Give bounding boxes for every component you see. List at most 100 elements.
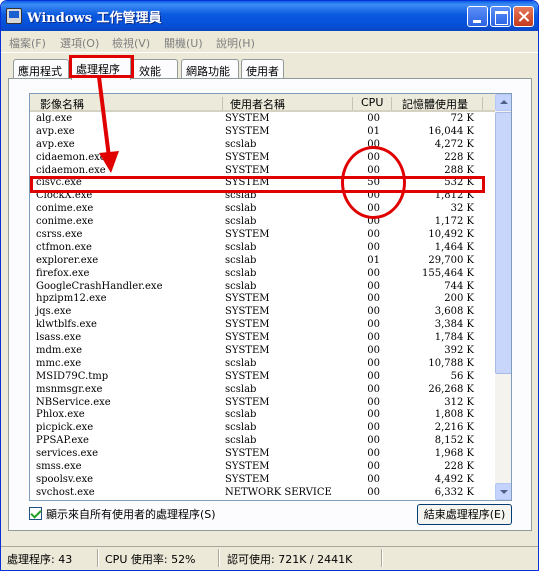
scroll-down-button[interactable] xyxy=(495,483,511,500)
table-row[interactable]: firefox.exe scslab 00 155,464 K xyxy=(30,268,495,281)
column-memory[interactable]: 記憶體使用量 xyxy=(402,96,468,112)
table-row[interactable]: ctfmon.exe scslab 00 1,464 K xyxy=(30,242,495,255)
menu-shutdown[interactable]: 關機(U) xyxy=(164,35,203,51)
process-cpu: 00 xyxy=(367,396,380,408)
table-row[interactable]: PPSAP.exe scslab 00 8,152 K xyxy=(30,435,495,448)
process-cpu: 00 xyxy=(367,461,380,473)
process-cpu: 00 xyxy=(367,267,380,279)
show-all-users-option[interactable]: 顯示來自所有使用者的處理程序(S) xyxy=(29,506,216,522)
process-cpu: 00 xyxy=(367,357,380,369)
minimize-button[interactable] xyxy=(467,6,488,27)
process-memory: 2,216 K xyxy=(434,422,474,434)
process-memory: 10,492 K xyxy=(428,229,474,241)
column-cpu[interactable]: CPU xyxy=(361,96,383,109)
process-user: SYSTEM xyxy=(225,151,270,163)
process-name: MSID79C.tmp xyxy=(36,370,109,382)
process-cpu: 00 xyxy=(367,319,380,331)
title-bar[interactable]: Windows 工作管理員 xyxy=(1,1,538,31)
status-divider xyxy=(97,549,99,567)
column-divider[interactable] xyxy=(352,97,353,110)
tab-performance[interactable]: 效能 xyxy=(132,59,178,79)
close-button[interactable] xyxy=(513,6,534,27)
process-cpu: 00 xyxy=(367,435,380,447)
process-user: scslab xyxy=(225,383,257,395)
table-row[interactable]: explorer.exe scslab 01 29,700 K xyxy=(30,255,495,268)
process-memory: 32 K xyxy=(450,203,474,215)
table-row[interactable]: conime.exe scslab 00 1,172 K xyxy=(30,216,495,229)
process-cpu: 00 xyxy=(367,229,380,241)
process-user: scslab xyxy=(225,357,257,369)
table-row[interactable]: picpick.exe scslab 00 2,216 K xyxy=(30,422,495,435)
maximize-button[interactable] xyxy=(490,6,511,27)
process-cpu: 01 xyxy=(367,254,380,266)
process-cpu: 00 xyxy=(367,241,380,253)
process-user: SYSTEM xyxy=(225,319,270,331)
status-bar: 處理程序: 43 CPU 使用率: 52% 認可使用: 721K / 2441K xyxy=(1,546,538,570)
process-name: Phlox.exe xyxy=(36,409,85,421)
process-name: spoolsv.exe xyxy=(36,473,94,485)
table-row[interactable]: csrss.exe SYSTEM 00 10,492 K xyxy=(30,229,495,242)
process-cpu: 00 xyxy=(367,448,380,460)
table-row[interactable]: spoolsv.exe SYSTEM 00 4,492 K xyxy=(30,474,495,487)
status-cpu-usage: CPU 使用率: 52% xyxy=(105,553,196,566)
menu-help[interactable]: 說明(H) xyxy=(216,35,255,51)
table-row[interactable]: conime.exe scslab 00 32 K xyxy=(30,203,495,216)
end-process-button[interactable]: 結束處理程序(E) xyxy=(417,504,512,525)
process-cpu: 00 xyxy=(367,486,380,498)
process-memory: 1,172 K xyxy=(434,216,474,228)
process-user: scslab xyxy=(225,203,257,215)
process-cpu: 00 xyxy=(367,383,380,395)
column-divider[interactable] xyxy=(482,97,483,110)
show-all-users-checkbox[interactable] xyxy=(29,507,42,520)
process-memory: 56 K xyxy=(450,370,474,382)
table-row[interactable]: MSID79C.tmp SYSTEM 00 56 K xyxy=(30,371,495,384)
table-row[interactable]: Phlox.exe scslab 00 1,808 K xyxy=(30,409,495,422)
column-divider[interactable] xyxy=(391,97,392,110)
vertical-scrollbar[interactable] xyxy=(495,94,511,500)
scroll-thumb[interactable] xyxy=(495,112,511,374)
process-memory: 26,268 K xyxy=(428,383,474,395)
table-row[interactable]: NBService.exe SYSTEM 00 312 K xyxy=(30,397,495,410)
menu-view[interactable]: 檢視(V) xyxy=(112,35,150,51)
process-cpu: 00 xyxy=(367,345,380,357)
tab-users[interactable]: 使用者 xyxy=(241,59,284,79)
process-memory: 72 K xyxy=(450,113,474,124)
process-name: csrss.exe xyxy=(36,229,83,241)
process-user: SYSTEM xyxy=(225,293,270,305)
process-name: smss.exe xyxy=(36,461,82,473)
status-divider xyxy=(381,549,383,567)
tab-applications[interactable]: 應用程式 xyxy=(13,59,69,79)
table-row[interactable]: GoogleCrashHandler.exe scslab 00 744 K xyxy=(30,281,495,294)
process-user: scslab xyxy=(225,422,257,434)
process-name: services.exe xyxy=(36,448,98,460)
table-row[interactable]: svchost.exe NETWORK SERVICE 00 6,332 K xyxy=(30,487,495,500)
process-memory: 1,464 K xyxy=(434,241,474,253)
table-row[interactable]: jqs.exe SYSTEM 00 3,608 K xyxy=(30,306,495,319)
tab-networking[interactable]: 網路功能 xyxy=(181,59,239,79)
table-row[interactable]: mmc.exe scslab 00 10,788 K xyxy=(30,358,495,371)
column-image-name[interactable]: 影像名稱 xyxy=(40,96,84,112)
column-user-name[interactable]: 使用者名稱 xyxy=(230,96,285,112)
process-memory: 3,608 K xyxy=(434,306,474,318)
processes-panel: 影像名稱 使用者名稱 CPU 記憶體使用量 alg.exe SYSTEM 00 72 … xyxy=(8,78,532,531)
process-memory: 155,464 K xyxy=(421,267,474,279)
process-name: picpick.exe xyxy=(36,422,94,434)
table-row[interactable]: msnmsgr.exe scslab 00 26,268 K xyxy=(30,384,495,397)
cisvc-row-highlight xyxy=(30,176,485,193)
column-divider[interactable] xyxy=(222,97,223,110)
menu-file[interactable]: 檔案(F) xyxy=(9,35,46,51)
menu-options[interactable]: 選項(O) xyxy=(60,35,99,51)
status-divider xyxy=(218,549,220,567)
table-row[interactable]: mdm.exe SYSTEM 00 392 K xyxy=(30,345,495,358)
process-cpu: 00 xyxy=(367,332,380,344)
table-row[interactable]: hpzipm12.exe SYSTEM 00 200 K xyxy=(30,293,495,306)
scroll-up-button[interactable] xyxy=(495,94,511,111)
process-memory: 4,492 K xyxy=(434,473,474,485)
table-row[interactable]: lsass.exe SYSTEM 00 1,784 K xyxy=(30,332,495,345)
process-user: scslab xyxy=(225,435,257,447)
table-row[interactable]: smss.exe SYSTEM 00 228 K xyxy=(30,461,495,474)
process-user: SYSTEM xyxy=(225,396,270,408)
table-row[interactable]: services.exe SYSTEM 00 1,968 K xyxy=(30,448,495,461)
table-row[interactable]: klwtblfs.exe SYSTEM 00 3,384 K xyxy=(30,319,495,332)
process-user: scslab xyxy=(225,138,257,150)
